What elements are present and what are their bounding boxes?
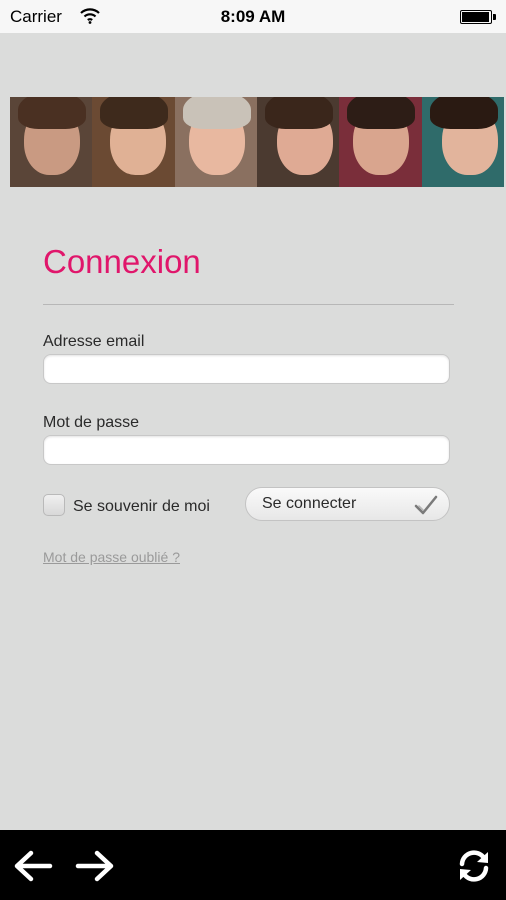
title-divider	[43, 304, 454, 305]
status-bar: Carrier 8:09 AM	[0, 0, 506, 33]
remember-me-checkbox[interactable]	[43, 494, 65, 516]
battery-icon	[460, 10, 496, 24]
header-banner	[10, 97, 504, 187]
bottom-toolbar	[0, 830, 506, 900]
check-icon	[414, 495, 438, 515]
banner-photo	[256, 97, 340, 187]
remember-me-label[interactable]: Se souvenir de moi	[73, 498, 210, 516]
login-button[interactable]: Se connecter	[245, 487, 450, 521]
login-button-label: Se connecter	[262, 495, 357, 512]
refresh-icon[interactable]	[455, 847, 493, 885]
banner-photo	[339, 97, 422, 187]
forgot-password-link[interactable]: Mot de passe oublié ?	[43, 549, 180, 565]
arrow-left-icon[interactable]	[13, 848, 53, 884]
banner-photo	[174, 97, 257, 187]
email-field[interactable]	[43, 354, 450, 384]
email-label: Adresse email	[43, 333, 145, 350]
password-field[interactable]	[43, 435, 450, 465]
banner-photo	[421, 97, 504, 187]
banner-photo	[10, 97, 93, 187]
password-label: Mot de passe	[43, 414, 140, 431]
page-title: Connexion	[43, 243, 201, 280]
clock: 8:09 AM	[220, 7, 286, 26]
banner-photo	[92, 97, 175, 187]
arrow-right-icon[interactable]	[75, 848, 115, 884]
